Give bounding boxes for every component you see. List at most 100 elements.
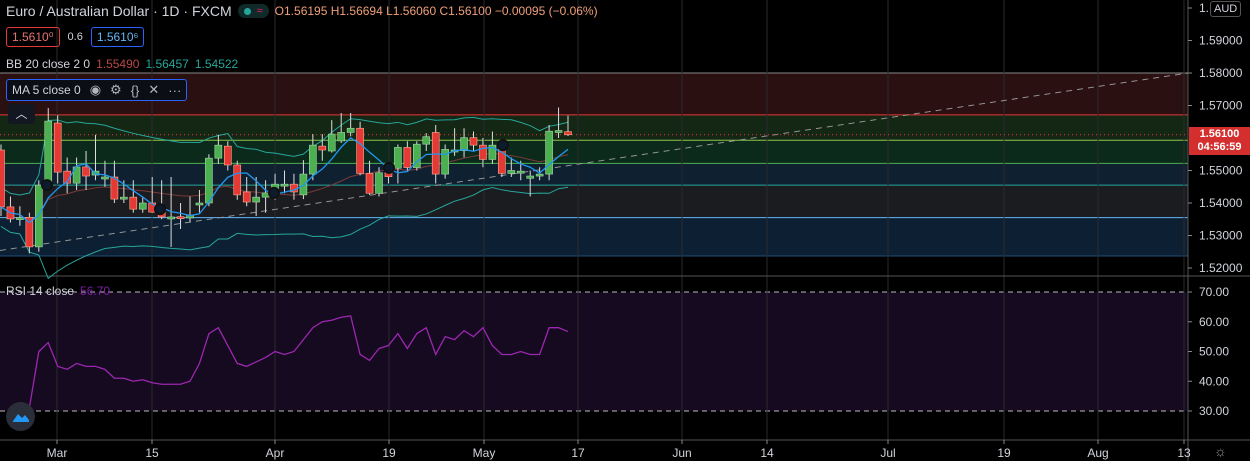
more-icon[interactable]: ···	[168, 83, 181, 98]
candle-body	[138, 202, 147, 210]
candle-body	[469, 137, 478, 146]
time-tick-label: 19	[997, 446, 1011, 460]
candle-body	[34, 184, 43, 248]
delay-icon: ≈	[256, 5, 263, 17]
time-tick-label: May	[473, 446, 496, 460]
gear-icon[interactable]: ⚙	[110, 82, 122, 98]
bb-basis: 1.55490	[96, 57, 140, 71]
symbol-legend: Euro / Australian Dollar · 1D · FXCM ≈ O…	[6, 3, 598, 19]
last-price: 1.56100	[1199, 128, 1240, 140]
rsi-band	[0, 292, 1188, 411]
time-tick-label: Jul	[880, 446, 895, 460]
time-tick-label: 13	[1177, 446, 1191, 460]
time-tick-label: Jun	[672, 446, 691, 460]
bb-label: BB 20 close 2 0	[6, 57, 91, 71]
price-tick-label: 1.59000	[1199, 34, 1243, 48]
last-price-tag: 1.56100 04:56:59	[1189, 127, 1250, 155]
candle-body	[82, 166, 90, 177]
rsi-tick-label: 60.00	[1199, 315, 1229, 329]
rsi-tick-label: 40.00	[1199, 374, 1229, 388]
candle-body	[460, 137, 468, 151]
time-tick-label: 17	[571, 446, 585, 460]
time-tick-label: Mar	[47, 446, 68, 460]
sell-button[interactable]: 1.5610⁰	[6, 27, 60, 47]
candle-body	[356, 127, 364, 174]
trade-buttons: 1.5610⁰ 0.6 1.5610⁶	[6, 27, 145, 47]
candle-body	[224, 145, 232, 166]
time-tick-label: Apr	[266, 446, 285, 460]
logo-icon	[12, 413, 29, 422]
candle-body	[16, 217, 24, 220]
time-marker	[497, 139, 509, 152]
buy-button[interactable]: 1.5610⁶	[90, 27, 145, 47]
ohlc-values: O1.56195 H1.56694 L1.56060 C1.56100 −0.0…	[274, 4, 598, 18]
time-tick-label: 19	[382, 446, 396, 460]
candle-body	[375, 172, 383, 194]
candle-body	[403, 147, 412, 168]
candle-body	[195, 202, 204, 206]
ma-label: MA 5 close 0	[12, 83, 81, 97]
candle-body	[318, 145, 327, 151]
candle	[0, 144, 5, 216]
close-icon[interactable]: ✕	[148, 82, 159, 98]
source-code-icon[interactable]: {}	[131, 83, 140, 98]
candle	[412, 141, 421, 171]
candle-body	[233, 164, 242, 196]
bb-upper: 1.56457	[145, 57, 189, 71]
collapse-legend-button[interactable]: ︿	[8, 104, 35, 124]
rsi-tick-label: 70.00	[1199, 285, 1229, 299]
candle-body	[516, 170, 525, 174]
candle-body	[535, 173, 544, 177]
time-marker	[154, 203, 166, 216]
candle-body	[554, 130, 563, 133]
time-tick-label: 15	[145, 446, 159, 460]
fib-zone	[0, 140, 1188, 164]
candle-body	[214, 144, 223, 159]
rsi-tick-label: 50.00	[1199, 345, 1229, 359]
candle-body	[564, 131, 572, 136]
symbol-title[interactable]: Euro / Australian Dollar · 1D · FXCM	[6, 3, 232, 19]
candle-body	[167, 216, 175, 220]
rsi-tick-label: 30.00	[1199, 404, 1229, 418]
time-tick-label: 14	[760, 446, 774, 460]
price-tick-label: 1.53000	[1199, 229, 1243, 243]
chevron-up-icon: ︿	[15, 107, 28, 121]
candle-body	[422, 136, 431, 145]
candle	[233, 160, 242, 200]
candle-body	[280, 183, 289, 187]
eye-icon[interactable]: ◉	[90, 82, 101, 98]
fib-zone	[0, 114, 1188, 141]
candle-body	[53, 122, 62, 173]
time-marker	[41, 179, 53, 192]
ma-legend[interactable]: MA 5 close 0 ◉ ⚙ {} ✕ ···	[6, 79, 188, 101]
candle-body	[431, 132, 440, 175]
time-marker	[383, 161, 395, 174]
candle-body	[526, 175, 535, 179]
candle-body	[252, 196, 260, 203]
price-tick-label: 1.58000	[1199, 66, 1243, 80]
spread: 0.6	[67, 31, 83, 43]
bar-countdown: 04:56:59	[1197, 141, 1242, 153]
bb-lower: 1.54522	[194, 57, 239, 71]
currency-button[interactable]: AUD	[1210, 1, 1242, 17]
chart-settings-icon[interactable]: ☼	[1214, 443, 1227, 459]
candle-body	[205, 157, 213, 204]
candle-body	[507, 170, 516, 174]
candle-body	[346, 127, 355, 133]
fib-zone	[0, 163, 1188, 186]
bb-legend[interactable]: BB 20 close 2 0 1.55490 1.56457 1.54522	[6, 57, 238, 71]
candle	[34, 180, 43, 252]
candle	[441, 144, 449, 179]
candle-body	[242, 191, 251, 203]
candle-body	[337, 132, 346, 142]
time-marker	[268, 186, 280, 199]
candle-body	[101, 176, 109, 180]
candle	[545, 125, 553, 181]
price-tick-label: 1.57000	[1199, 99, 1243, 113]
market-status[interactable]: ≈	[237, 4, 269, 18]
rsi-label: RSI 14 close	[6, 284, 75, 298]
tradingview-logo[interactable]	[6, 402, 35, 431]
price-tick-label: 1.55000	[1199, 164, 1243, 178]
rsi-legend[interactable]: RSI 14 close 56.70	[6, 284, 110, 298]
candle-body	[394, 147, 402, 169]
